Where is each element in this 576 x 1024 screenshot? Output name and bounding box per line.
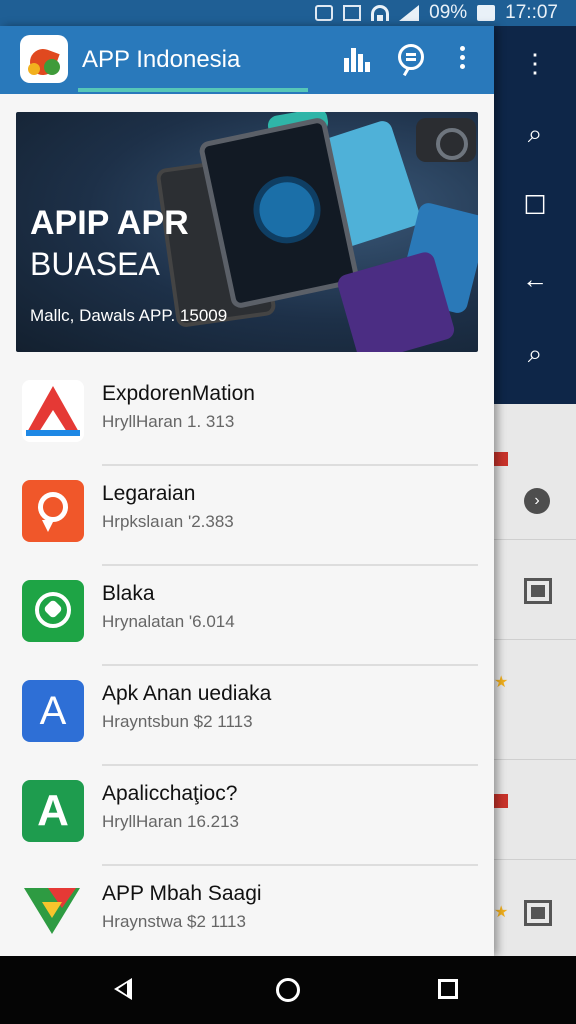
square-icon[interactable]: ☐ bbox=[520, 190, 550, 221]
app-name: Apk Anan uediaka bbox=[102, 682, 272, 705]
clock: 17::07 bbox=[505, 2, 558, 23]
battery-percent: 09% bbox=[429, 2, 468, 23]
status-bar: 09% 17::07 bbox=[0, 0, 576, 26]
red-badge-icon bbox=[494, 452, 508, 466]
app-name: Apalicchaţioc? bbox=[102, 782, 238, 805]
tab-indicator bbox=[78, 88, 308, 92]
background-row: ★ bbox=[494, 860, 576, 956]
app-title: APP Indonesia bbox=[82, 46, 241, 73]
promo-banner[interactable]: APIP APR BUASEA Mallc, Dawals APP. 15009 bbox=[16, 112, 478, 352]
banner-title: APIP APR bbox=[30, 204, 189, 242]
whatsapp-icon bbox=[22, 580, 84, 642]
background-row bbox=[494, 760, 576, 860]
search-icon-2[interactable]: ⌕ bbox=[520, 338, 550, 370]
background-toolbar: ⋮ ⌕ ☐ ← ⌕ bbox=[494, 26, 576, 404]
star-icon: ★ bbox=[494, 904, 509, 921]
bluetooth-icon bbox=[315, 5, 334, 21]
list-item[interactable]: A Apk Anan uediaka Hrayntsbun $2 1113 bbox=[0, 666, 494, 766]
app-meta: Hrpkslaıan '2.383 bbox=[102, 512, 234, 531]
background-row: ★ bbox=[494, 640, 576, 760]
background-row bbox=[494, 540, 576, 640]
search-icon[interactable] bbox=[398, 44, 424, 70]
list-item[interactable]: A Apalicchaţioc? HryllHaran 16.213 bbox=[0, 766, 494, 866]
chevron-right-icon[interactable]: › bbox=[524, 488, 550, 514]
arrow-back-icon[interactable]: ← bbox=[520, 264, 550, 295]
battery-icon bbox=[477, 5, 496, 21]
frame-icon[interactable] bbox=[524, 578, 552, 604]
drawer-header: APP Indonesia bbox=[0, 26, 494, 94]
translate-a-icon: A bbox=[22, 680, 84, 742]
app-name: APP Mbah Saagi bbox=[102, 882, 262, 905]
list-item[interactable]: Legaraian Hrpkslaıan '2.383 bbox=[0, 466, 494, 566]
red-badge-icon bbox=[494, 794, 508, 808]
banner-subtitle: Mallc, Dawals APP. 15009 bbox=[30, 306, 228, 325]
banner-title-line2: BUASEA bbox=[30, 246, 160, 282]
list-item[interactable]: ExpdorenMation HryllHaran 1. 313 bbox=[0, 366, 494, 466]
orange-pin-icon bbox=[22, 480, 84, 542]
app-meta: Hraynstwa $2 1113 bbox=[102, 912, 246, 931]
star-icon: ★ bbox=[494, 674, 509, 691]
recent-apps-icon[interactable] bbox=[438, 979, 458, 999]
camera-decoration bbox=[416, 118, 476, 162]
wifi-icon bbox=[371, 5, 390, 21]
background-row: › bbox=[494, 404, 576, 540]
play-store-icon bbox=[22, 880, 84, 942]
app-name: ExpdorenMation bbox=[102, 382, 255, 405]
logo-dot-icon bbox=[44, 59, 60, 75]
app-meta: HryllHaran 16.213 bbox=[102, 812, 240, 831]
list-item[interactable]: Blaka Hrynalatan '6.014 bbox=[0, 566, 494, 666]
app-meta: Hrayntsbun $2 1113 bbox=[102, 712, 253, 731]
back-icon[interactable] bbox=[114, 978, 132, 1000]
vibrate-icon bbox=[343, 5, 362, 21]
drive-triangle-icon bbox=[22, 380, 84, 442]
app-meta: HryllHaran 1. 313 bbox=[102, 412, 235, 431]
overflow-menu-icon[interactable]: ⋮ bbox=[520, 48, 550, 79]
search-icon[interactable]: ⌕ bbox=[520, 118, 550, 150]
logo-dot-icon bbox=[28, 63, 40, 75]
app-name: Blaka bbox=[102, 582, 155, 605]
chart-bars-icon[interactable] bbox=[344, 44, 370, 72]
overflow-menu-icon[interactable] bbox=[460, 46, 466, 73]
app-meta: Hrynalatan '6.014 bbox=[102, 612, 235, 631]
app-name: Legaraian bbox=[102, 482, 196, 505]
home-icon[interactable] bbox=[276, 978, 300, 1002]
system-nav-bar bbox=[0, 956, 576, 1024]
list-item[interactable]: APP Mbah Saagi Hraynstwa $2 1113 bbox=[0, 866, 494, 966]
background-content: › ★ ★ bbox=[494, 404, 576, 956]
app-logo-icon[interactable] bbox=[20, 35, 68, 83]
signal-icon bbox=[399, 5, 420, 21]
navigation-drawer: APP Indonesia APIP APR BUASEA Mallc, Daw… bbox=[0, 26, 494, 956]
green-a-icon: A bbox=[22, 780, 84, 842]
frame-icon[interactable] bbox=[524, 900, 552, 926]
